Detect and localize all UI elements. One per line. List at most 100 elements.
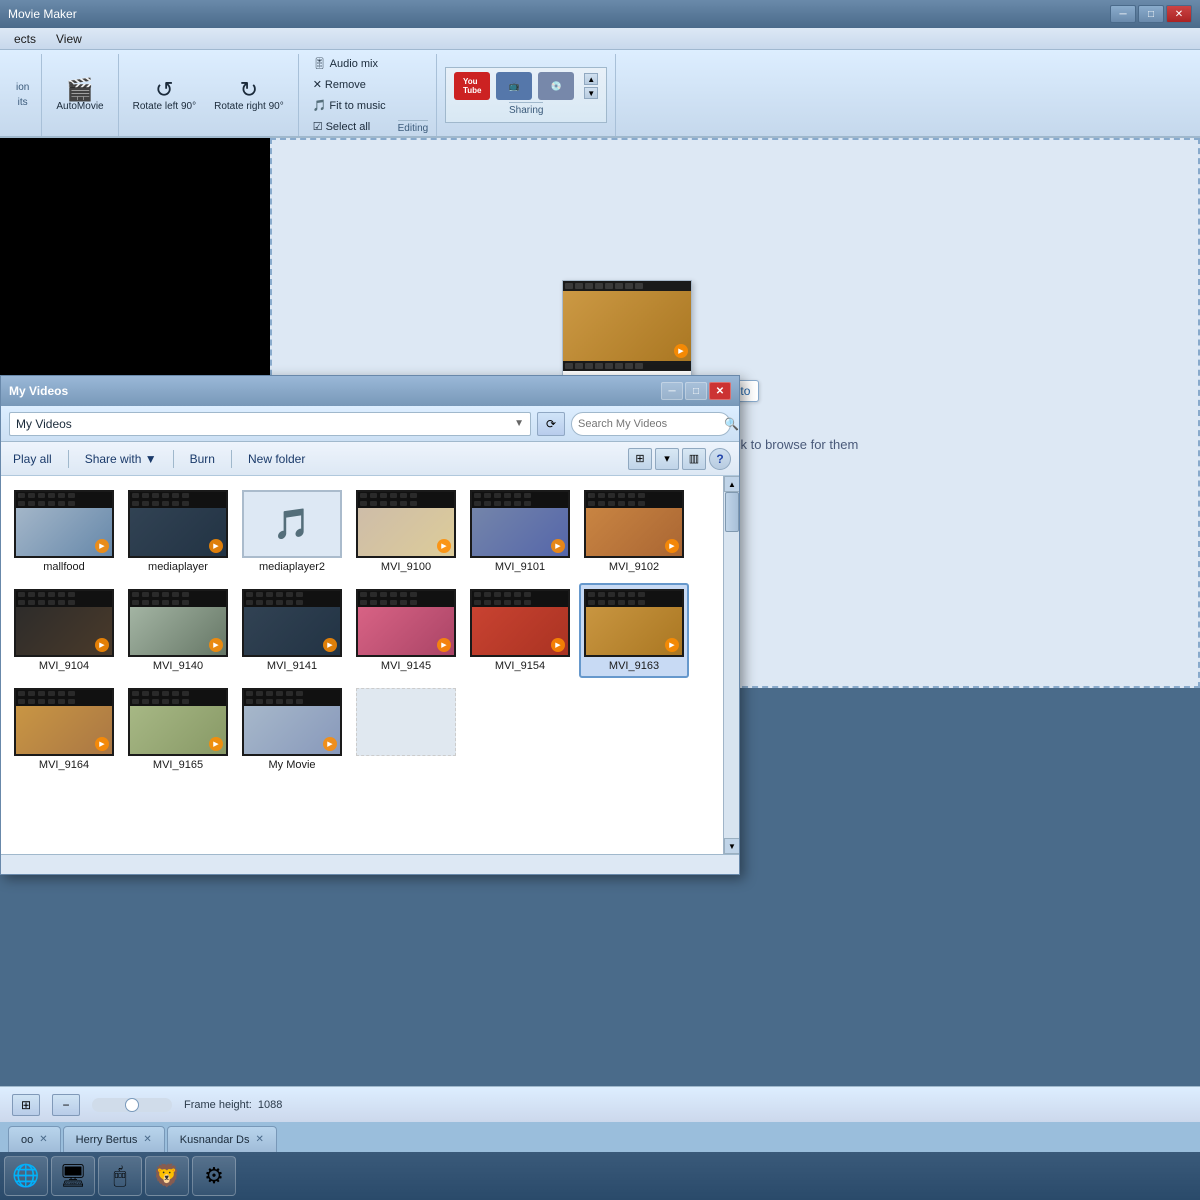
play-overlay-icon[interactable]: ▶ [95,737,109,751]
frame-height-icon[interactable]: ⊞ [12,1094,40,1116]
file-item-mymovie[interactable]: ▶My Movie [237,682,347,777]
browser-toolbar: Play all Share with ▼ Burn New folder ⊞ … [1,442,739,476]
play-overlay-icon[interactable]: ▶ [95,539,109,553]
sharing-scroll-up[interactable]: ▲ [584,73,598,85]
audio-mix-button[interactable]: 🎚 Audio mix [307,54,392,73]
view-btn-dropdown[interactable]: ▾ [655,448,679,470]
filmstrip-hole [628,592,635,597]
file-item-mediaplayer[interactable]: ▶mediaplayer [123,484,233,579]
scroll-down-arrow[interactable]: ▼ [724,838,739,854]
filmstrip-hole [360,493,367,498]
minimize-button[interactable]: ─ [1110,5,1136,23]
play-overlay-icon[interactable]: ▶ [323,638,337,652]
tab-tab3[interactable]: Kusnandar Ds✕ [167,1126,277,1152]
tab-tab2[interactable]: Herry Bertus✕ [63,1126,165,1152]
browser-close-button[interactable]: ✕ [709,382,731,400]
play-overlay-icon[interactable]: ▶ [437,539,451,553]
play-overlay-icon[interactable]: ▶ [437,638,451,652]
filmstrip-hole [246,600,253,605]
burn-button[interactable]: Burn [186,450,219,468]
view-btn-1[interactable]: ⊞ [628,448,652,470]
menu-item-projects[interactable]: ects [4,30,46,48]
play-overlay-icon[interactable]: ▶ [551,638,565,652]
file-item-mvi9163[interactable]: ▶MVI_9163 [579,583,689,678]
browser-minimize-button[interactable]: ─ [661,382,683,400]
vertical-scrollbar[interactable]: ▲ ▼ [723,476,739,854]
zoom-thumb[interactable] [125,1098,139,1112]
file-item-mallfood[interactable]: ▶mallfood [9,484,119,579]
filmstrip-hole [625,283,633,289]
search-icon[interactable]: 🔍 [724,417,739,431]
play-overlay-icon[interactable]: ▶ [209,638,223,652]
file-item-mvi9164[interactable]: ▶MVI_9164 [9,682,119,777]
play-overlay-icon[interactable]: ▶ [209,539,223,553]
play-overlay-icon[interactable]: ▶ [323,737,337,751]
file-item-mvi9104[interactable]: ▶MVI_9104 [9,583,119,678]
address-dropdown-arrow[interactable]: ▼ [514,418,524,429]
play-all-button[interactable]: Play all [9,450,56,468]
nav-refresh-button[interactable]: ⟳ [537,412,565,436]
play-overlay-icon[interactable]: ▶ [551,539,565,553]
file-item-mediaplayer2[interactable]: 🎵mediaplayer2 [237,484,347,579]
menu-item-view[interactable]: View [46,30,92,48]
clip-play-icon[interactable]: ▶ [674,344,688,358]
filmstrip-hole [38,501,45,506]
address-bar[interactable]: My Videos ▼ [9,412,531,436]
dvd-share-button[interactable]: 💿 [538,72,574,100]
fit-to-music-button[interactable]: 🎵 Fit to music [307,96,392,115]
zoom-slider[interactable] [92,1098,172,1112]
filmstrip-hole [182,592,189,597]
browser-maximize-button[interactable]: □ [685,382,707,400]
remove-button[interactable]: ✕ Remove [307,75,392,94]
tab-close-icon[interactable]: ✕ [143,1134,151,1145]
file-item-mvi9100[interactable]: ▶MVI_9100 [351,484,461,579]
new-folder-button[interactable]: New folder [244,450,309,468]
sharing-label: Sharing [509,102,543,118]
file-item-mvi9101[interactable]: ▶MVI_9101 [465,484,575,579]
search-input[interactable] [578,418,720,430]
control-panel-taskbar-btn[interactable]: 🖱 [98,1156,142,1196]
youtube-share-button[interactable]: YouTube [454,72,490,100]
tab-close-icon[interactable]: ✕ [256,1134,264,1145]
filmstrip-hole [246,699,253,704]
scroll-up-arrow[interactable]: ▲ [724,476,739,492]
play-overlay-icon[interactable]: ▶ [95,638,109,652]
tv-share-button[interactable]: 📺 [496,72,532,100]
filmstrip-hole [410,501,417,506]
monitor-taskbar-btn[interactable]: 🖥 [51,1156,95,1196]
sharing-scroll-down[interactable]: ▼ [584,87,598,99]
help-button[interactable]: ? [709,448,731,470]
play-overlay-icon[interactable]: ▶ [209,737,223,751]
details-pane-button[interactable]: ▥ [682,448,706,470]
file-item-mvi9141[interactable]: ▶MVI_9141 [237,583,347,678]
close-button[interactable]: ✕ [1166,5,1192,23]
filmstrip-hole [608,592,615,597]
select-all-button[interactable]: ☑ Select all [307,117,392,136]
automovie-button[interactable]: 🎬 AutoMovie [50,75,109,116]
browser-taskbar-btn[interactable]: 🌐 [4,1156,48,1196]
file-item-mvi9140[interactable]: ▶MVI_9140 [123,583,233,678]
scroll-thumb[interactable] [725,492,739,532]
maximize-button[interactable]: □ [1138,5,1164,23]
filmstrip-hole [38,699,45,704]
file-item-blank[interactable] [351,682,461,777]
ribbon-group-left: ion its [4,54,42,136]
rotate-right-button[interactable]: ↻ Rotate right 90° [208,75,290,116]
rotate-left-button[interactable]: ↺ Rotate left 90° [127,75,202,116]
settings-taskbar-btn[interactable]: ⚙ [192,1156,236,1196]
play-overlay-icon[interactable]: ▶ [665,539,679,553]
explorer-taskbar-btn[interactable]: 🦁 [145,1156,189,1196]
file-item-mvi9154[interactable]: ▶MVI_9154 [465,583,575,678]
share-with-button[interactable]: Share with ▼ [81,450,161,468]
tab-tab1[interactable]: oo✕ [8,1126,61,1152]
play-overlay-icon[interactable]: ▶ [665,638,679,652]
sharing-scroll: ▲ ▼ [584,73,598,99]
browser-address-bar: My Videos ▼ ⟳ 🔍 [1,406,739,442]
tab-close-icon[interactable]: ✕ [39,1134,47,1145]
file-item-mvi9102[interactable]: ▶MVI_9102 [579,484,689,579]
file-item-mvi9165[interactable]: ▶MVI_9165 [123,682,233,777]
file-item-mvi9145[interactable]: ▶MVI_9145 [351,583,461,678]
filmstrip-hole [565,363,573,369]
ribbon-group-sharing: YouTube 📺 💿 ▲ ▼ Sharing [437,54,616,136]
frame-height-zoom-out[interactable]: − [52,1094,80,1116]
